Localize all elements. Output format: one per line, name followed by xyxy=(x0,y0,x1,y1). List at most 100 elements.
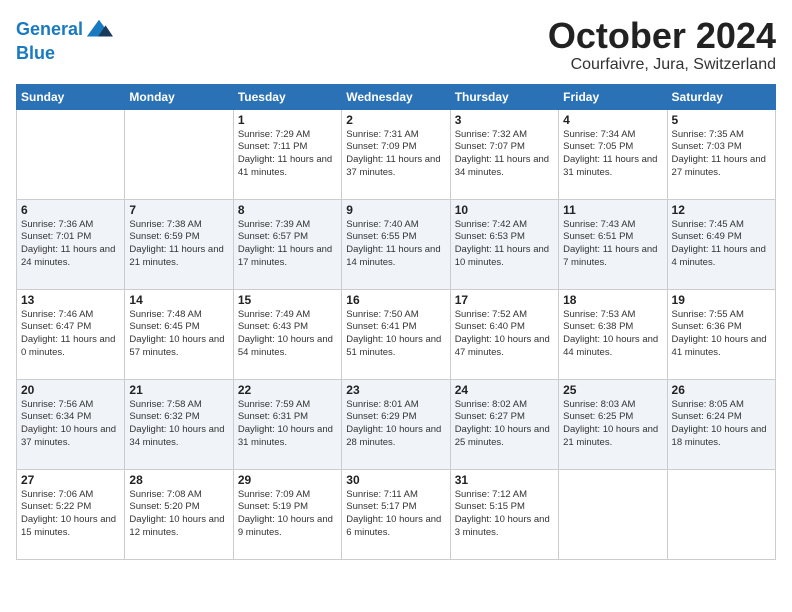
day-info: Sunrise: 7:38 AM Sunset: 6:59 PM Dayligh… xyxy=(129,219,228,270)
day-info: Sunrise: 8:03 AM Sunset: 6:25 PM Dayligh… xyxy=(563,399,662,450)
day-number: 16 xyxy=(346,293,445,307)
calendar-cell: 12Sunrise: 7:45 AM Sunset: 6:49 PM Dayli… xyxy=(667,199,775,289)
calendar-cell: 25 Sunrise: 8:03 AM Sunset: 6:25 PM Dayli… xyxy=(559,379,667,469)
day-number: 22 xyxy=(238,383,337,397)
day-number: 28 xyxy=(129,473,228,487)
day-info: Sunrise: 7:59 AM Sunset: 6:31 PM Dayligh… xyxy=(238,399,337,450)
day-number: 18 xyxy=(563,293,662,307)
day-info: Sunrise: 7:36 AM Sunset: 7:01 PM Dayligh… xyxy=(21,219,120,270)
day-info: Sunrise: 7:43 AM Sunset: 6:51 PM Dayligh… xyxy=(563,219,662,270)
calendar-cell: 20 Sunrise: 7:56 AM Sunset: 6:34 PM Dayli… xyxy=(17,379,125,469)
day-info: Sunrise: 7:46 AM Sunset: 6:47 PM Dayligh… xyxy=(21,309,120,360)
calendar-cell xyxy=(559,469,667,559)
day-info: Sunrise: 7:42 AM Sunset: 6:53 PM Dayligh… xyxy=(455,219,554,270)
weekday-header-row: Sunday Monday Tuesday Wednesday Thursday… xyxy=(17,84,776,109)
calendar-cell: 31 Sunrise: 7:12 AM Sunset: 5:15 PM Dayli… xyxy=(450,469,558,559)
day-info: Sunrise: 7:55 AM Sunset: 6:36 PM Dayligh… xyxy=(672,309,771,360)
location: Courfaivre, Jura, Switzerland xyxy=(548,56,776,74)
day-number: 31 xyxy=(455,473,554,487)
day-number: 11 xyxy=(563,203,662,217)
logo: General Blue xyxy=(16,16,113,64)
calendar-cell: 7 Sunrise: 7:38 AM Sunset: 6:59 PM Daylig… xyxy=(125,199,233,289)
calendar-cell: 17 Sunrise: 7:52 AM Sunset: 6:40 PM Dayli… xyxy=(450,289,558,379)
calendar-cell: 9 Sunrise: 7:40 AM Sunset: 6:55 PM Daylig… xyxy=(342,199,450,289)
day-number: 12 xyxy=(672,203,771,217)
day-number: 10 xyxy=(455,203,554,217)
calendar-cell: 4Sunrise: 7:34 AM Sunset: 7:05 PM Daylig… xyxy=(559,109,667,199)
month-title: October 2024 xyxy=(548,16,776,56)
calendar-cell: 21 Sunrise: 7:58 AM Sunset: 6:32 PM Dayli… xyxy=(125,379,233,469)
header-thursday: Thursday xyxy=(450,84,558,109)
calendar-week-1: 1Sunrise: 7:29 AM Sunset: 7:11 PM Daylig… xyxy=(17,109,776,199)
day-number: 9 xyxy=(346,203,445,217)
day-number: 24 xyxy=(455,383,554,397)
header-wednesday: Wednesday xyxy=(342,84,450,109)
day-info: Sunrise: 7:56 AM Sunset: 6:34 PM Dayligh… xyxy=(21,399,120,450)
day-info: Sunrise: 7:39 AM Sunset: 6:57 PM Dayligh… xyxy=(238,219,337,270)
day-number: 5 xyxy=(672,113,771,127)
calendar-cell: 28 Sunrise: 7:08 AM Sunset: 5:20 PM Dayli… xyxy=(125,469,233,559)
calendar-cell: 1Sunrise: 7:29 AM Sunset: 7:11 PM Daylig… xyxy=(233,109,341,199)
header-monday: Monday xyxy=(125,84,233,109)
day-number: 3 xyxy=(455,113,554,127)
header-saturday: Saturday xyxy=(667,84,775,109)
calendar-cell: 11 Sunrise: 7:43 AM Sunset: 6:51 PM Dayli… xyxy=(559,199,667,289)
logo-icon xyxy=(85,16,113,44)
calendar-cell: 5 Sunrise: 7:35 AM Sunset: 7:03 PM Daylig… xyxy=(667,109,775,199)
calendar-cell: 19 Sunrise: 7:55 AM Sunset: 6:36 PM Dayli… xyxy=(667,289,775,379)
calendar-cell: 29Sunrise: 7:09 AM Sunset: 5:19 PM Dayli… xyxy=(233,469,341,559)
day-info: Sunrise: 7:09 AM Sunset: 5:19 PM Dayligh… xyxy=(238,489,337,540)
day-number: 15 xyxy=(238,293,337,307)
day-number: 30 xyxy=(346,473,445,487)
day-number: 27 xyxy=(21,473,120,487)
day-info: Sunrise: 7:48 AM Sunset: 6:45 PM Dayligh… xyxy=(129,309,228,360)
calendar-cell: 6Sunrise: 7:36 AM Sunset: 7:01 PM Daylig… xyxy=(17,199,125,289)
calendar-cell: 23Sunrise: 8:01 AM Sunset: 6:29 PM Dayli… xyxy=(342,379,450,469)
calendar-cell: 16Sunrise: 7:50 AM Sunset: 6:41 PM Dayli… xyxy=(342,289,450,379)
day-number: 2 xyxy=(346,113,445,127)
calendar-week-2: 6Sunrise: 7:36 AM Sunset: 7:01 PM Daylig… xyxy=(17,199,776,289)
day-number: 4 xyxy=(563,113,662,127)
header-sunday: Sunday xyxy=(17,84,125,109)
day-info: Sunrise: 8:05 AM Sunset: 6:24 PM Dayligh… xyxy=(672,399,771,450)
day-info: Sunrise: 7:40 AM Sunset: 6:55 PM Dayligh… xyxy=(346,219,445,270)
calendar-cell: 8 Sunrise: 7:39 AM Sunset: 6:57 PM Daylig… xyxy=(233,199,341,289)
day-number: 19 xyxy=(672,293,771,307)
header-friday: Friday xyxy=(559,84,667,109)
day-info: Sunrise: 7:11 AM Sunset: 5:17 PM Dayligh… xyxy=(346,489,445,540)
day-number: 8 xyxy=(238,203,337,217)
day-info: Sunrise: 7:32 AM Sunset: 7:07 PM Dayligh… xyxy=(455,129,554,180)
calendar-cell: 14Sunrise: 7:48 AM Sunset: 6:45 PM Dayli… xyxy=(125,289,233,379)
day-number: 25 xyxy=(563,383,662,397)
calendar-cell: 26Sunrise: 8:05 AM Sunset: 6:24 PM Dayli… xyxy=(667,379,775,469)
day-info: Sunrise: 7:52 AM Sunset: 6:40 PM Dayligh… xyxy=(455,309,554,360)
calendar-cell xyxy=(125,109,233,199)
day-info: Sunrise: 7:06 AM Sunset: 5:22 PM Dayligh… xyxy=(21,489,120,540)
day-info: Sunrise: 7:53 AM Sunset: 6:38 PM Dayligh… xyxy=(563,309,662,360)
day-info: Sunrise: 7:35 AM Sunset: 7:03 PM Dayligh… xyxy=(672,129,771,180)
day-info: Sunrise: 7:31 AM Sunset: 7:09 PM Dayligh… xyxy=(346,129,445,180)
logo-blue-text: Blue xyxy=(16,44,113,64)
calendar-cell: 22 Sunrise: 7:59 AM Sunset: 6:31 PM Dayli… xyxy=(233,379,341,469)
day-number: 21 xyxy=(129,383,228,397)
day-number: 7 xyxy=(129,203,228,217)
calendar-cell: 30 Sunrise: 7:11 AM Sunset: 5:17 PM Dayli… xyxy=(342,469,450,559)
day-info: Sunrise: 7:12 AM Sunset: 5:15 PM Dayligh… xyxy=(455,489,554,540)
title-block: October 2024 Courfaivre, Jura, Switzerla… xyxy=(548,16,776,74)
calendar-cell: 24Sunrise: 8:02 AM Sunset: 6:27 PM Dayli… xyxy=(450,379,558,469)
page-header: General Blue October 2024 Courfaivre, Ju… xyxy=(16,16,776,74)
calendar-cell: 18 Sunrise: 7:53 AM Sunset: 6:38 PM Dayli… xyxy=(559,289,667,379)
calendar-cell: 3 Sunrise: 7:32 AM Sunset: 7:07 PM Daylig… xyxy=(450,109,558,199)
calendar-cell: 27 Sunrise: 7:06 AM Sunset: 5:22 PM Dayli… xyxy=(17,469,125,559)
logo-text: General xyxy=(16,20,83,40)
day-number: 17 xyxy=(455,293,554,307)
calendar-cell xyxy=(17,109,125,199)
day-info: Sunrise: 7:58 AM Sunset: 6:32 PM Dayligh… xyxy=(129,399,228,450)
calendar-cell: 10 Sunrise: 7:42 AM Sunset: 6:53 PM Dayli… xyxy=(450,199,558,289)
day-info: Sunrise: 7:08 AM Sunset: 5:20 PM Dayligh… xyxy=(129,489,228,540)
day-number: 20 xyxy=(21,383,120,397)
page-container: General Blue October 2024 Courfaivre, Ju… xyxy=(0,0,792,568)
calendar-cell xyxy=(667,469,775,559)
calendar-cell: 2 Sunrise: 7:31 AM Sunset: 7:09 PM Daylig… xyxy=(342,109,450,199)
calendar-cell: 15Sunrise: 7:49 AM Sunset: 6:43 PM Dayli… xyxy=(233,289,341,379)
